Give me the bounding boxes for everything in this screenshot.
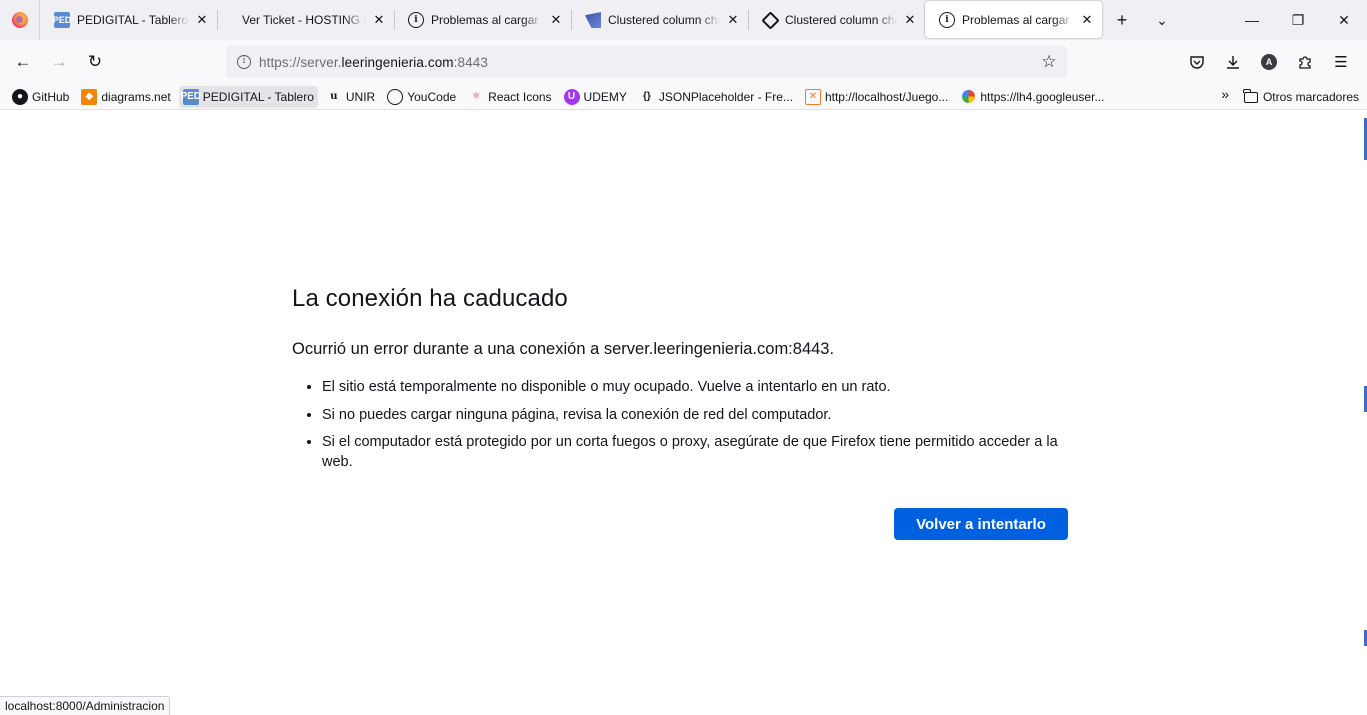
forward-arrow-icon[interactable]: → (41, 46, 77, 78)
status-bar-link: localhost:8000/Administracion (0, 696, 171, 715)
tab-title: Problemas al cargar la página (431, 13, 543, 27)
bookmark-udemy[interactable]: U UDEMY (560, 86, 631, 108)
close-tab-icon[interactable]: ✕ (372, 13, 386, 27)
pedigital-icon: PED (53, 12, 71, 28)
site-info-icon[interactable]: i (230, 55, 258, 69)
bookmark-label: diagrams.net (101, 89, 171, 104)
other-bookmarks-label: Otros marcadores (1262, 90, 1359, 104)
minimize-icon[interactable]: — (1229, 0, 1275, 40)
pedigital-icon: PED (180, 88, 201, 105)
close-tab-icon[interactable]: ✕ (903, 13, 917, 27)
firefox-menu-icon[interactable] (0, 0, 40, 40)
github-icon: ● (12, 88, 28, 105)
error-container: La conexión ha caducado Ocurrió un error… (292, 285, 1077, 480)
folder-icon (1243, 88, 1258, 103)
pocket-icon[interactable] (1179, 46, 1215, 78)
close-tab-icon[interactable]: ✕ (549, 13, 563, 27)
globe-icon (387, 88, 404, 105)
new-tab-plus-icon[interactable]: + (1102, 0, 1142, 40)
bookmark-github[interactable]: ● GitHub (8, 86, 73, 108)
tab-strip: PED PEDIGITAL - Tablero Mi ✕ Ver Ticket … (0, 0, 1367, 40)
tab-tools: + ⌄ (1102, 0, 1182, 40)
chevron-more-bookmarks-icon[interactable]: » (1221, 86, 1229, 102)
restore-icon[interactable]: ❐ (1275, 0, 1321, 40)
tab-title: Ver Ticket - HOSTING RED SOLUCIONES (242, 13, 366, 27)
bookmark-react-icons[interactable]: ⚛ React Icons (464, 86, 555, 108)
error-title: La conexión ha caducado (292, 285, 568, 312)
toolbar-right: A ☰ (1179, 46, 1367, 78)
bookmark-label: PEDIGITAL - Tablero (202, 89, 314, 104)
tab-problemas-active[interactable]: i Problemas al cargar la página ✕ (925, 1, 1102, 38)
suggestion-item: Si el computador está protegido por un c… (322, 432, 1077, 472)
json-icon: {} (642, 91, 651, 102)
list-all-tabs-chevron-icon[interactable]: ⌄ (1142, 0, 1182, 40)
bookmark-jsonplaceholder[interactable]: {} JSONPlaceholder - Fre... (635, 86, 797, 108)
url-bar[interactable]: i https://server.leeringenieria.com:8443… (226, 46, 1067, 78)
extensions-icon[interactable] (1287, 46, 1323, 78)
bookmark-label: UDEMY (583, 89, 627, 104)
unir-icon: u (330, 91, 338, 102)
error-page: La conexión ha caducado Ocurrió un error… (0, 110, 1367, 715)
bookmark-label: UNIR (345, 89, 376, 104)
bookmark-label: GitHub (32, 89, 70, 104)
reload-icon[interactable]: ↻ (77, 46, 113, 78)
bookmark-label: JSONPlaceholder - Fre... (658, 89, 793, 104)
hamburger-menu-icon[interactable]: ☰ (1323, 46, 1359, 78)
bookmark-unir[interactable]: u UNIR (322, 86, 379, 108)
xampp-icon: ✕ (804, 88, 821, 105)
bookmark-label: YouCode (407, 89, 457, 104)
close-window-icon[interactable]: ✕ (1321, 0, 1367, 40)
bookmark-pedigital[interactable]: PED PEDIGITAL - Tablero (178, 85, 318, 108)
error-lead: Ocurrió un error durante a una conexión … (292, 340, 835, 358)
diagrams-icon: ◆ (81, 88, 98, 105)
account-avatar-icon[interactable]: A (1251, 46, 1287, 78)
info-icon: i (939, 11, 955, 28)
bookmark-label: React Icons (488, 89, 552, 104)
close-tab-icon[interactable]: ✕ (1080, 12, 1094, 27)
bookmark-youcode[interactable]: YouCode (383, 86, 460, 108)
retry-button[interactable]: Volver a intentarlo (894, 508, 1068, 540)
tab-title: PEDIGITAL - Tablero Mi (77, 13, 189, 27)
bookmark-diagrams[interactable]: ◆ diagrams.net (77, 86, 174, 108)
error-suggestions-list: El sitio está temporalmente no disponibl… (292, 377, 1077, 472)
photos-icon (960, 89, 976, 105)
close-tab-icon[interactable]: ✕ (195, 13, 209, 27)
back-arrow-icon[interactable]: ← (5, 46, 41, 78)
tab-title: Clustered column chart (608, 13, 720, 27)
udemy-icon: U (563, 88, 580, 105)
tab-title: Clustered column chart (785, 13, 897, 27)
suggestion-item: El sitio está temporalmente no disponibl… (322, 377, 1077, 397)
other-bookmarks-folder[interactable]: Otros marcadores (1243, 86, 1359, 108)
tab-clustered-1[interactable]: Clustered column chart ✕ (571, 0, 748, 40)
tab-ver-ticket[interactable]: Ver Ticket - HOSTING RED SOLUCIONES ✕ (217, 0, 394, 40)
hex-icon (760, 10, 780, 30)
nav-toolbar: ← → ↻ i https://server.leeringenieria.co… (0, 40, 1367, 84)
tab-pedigital[interactable]: PED PEDIGITAL - Tablero Mi ✕ (40, 0, 217, 40)
close-tab-icon[interactable]: ✕ (726, 13, 740, 27)
bookmark-star-icon[interactable]: ☆ (1037, 50, 1061, 74)
url-text[interactable]: https://server.leeringenieria.com:8443 (259, 55, 488, 70)
url-host: leeringenieria.com (341, 54, 454, 70)
tab-clustered-2[interactable]: Clustered column chart ✕ (748, 0, 925, 40)
bookmark-label: https://lh4.googleuser... (980, 89, 1105, 104)
tab-problemas-1[interactable]: i Problemas al cargar la página ✕ (394, 0, 571, 40)
bookmark-localhost-juego[interactable]: ✕ http://localhost/Juego... (801, 86, 952, 108)
bookmark-label: http://localhost/Juego... (824, 89, 949, 104)
tab-title: Problemas al cargar la página (962, 12, 1074, 27)
url-scheme: https://server. (259, 54, 342, 70)
suggestion-item: Si no puedes cargar ninguna página, revi… (322, 405, 1077, 425)
bookmark-googleusercontent[interactable]: https://lh4.googleuser... (956, 86, 1108, 108)
info-icon: i (408, 12, 424, 28)
downloads-icon[interactable] (1215, 46, 1251, 78)
powerbi-icon (585, 12, 601, 28)
window-controls: — ❐ ✕ (1229, 0, 1367, 40)
bookmarks-toolbar: ● GitHub ◆ diagrams.net PED PEDIGITAL - Tab… (0, 84, 1367, 110)
react-icon: ⚛ (471, 91, 481, 102)
url-port: :8443 (453, 54, 488, 70)
